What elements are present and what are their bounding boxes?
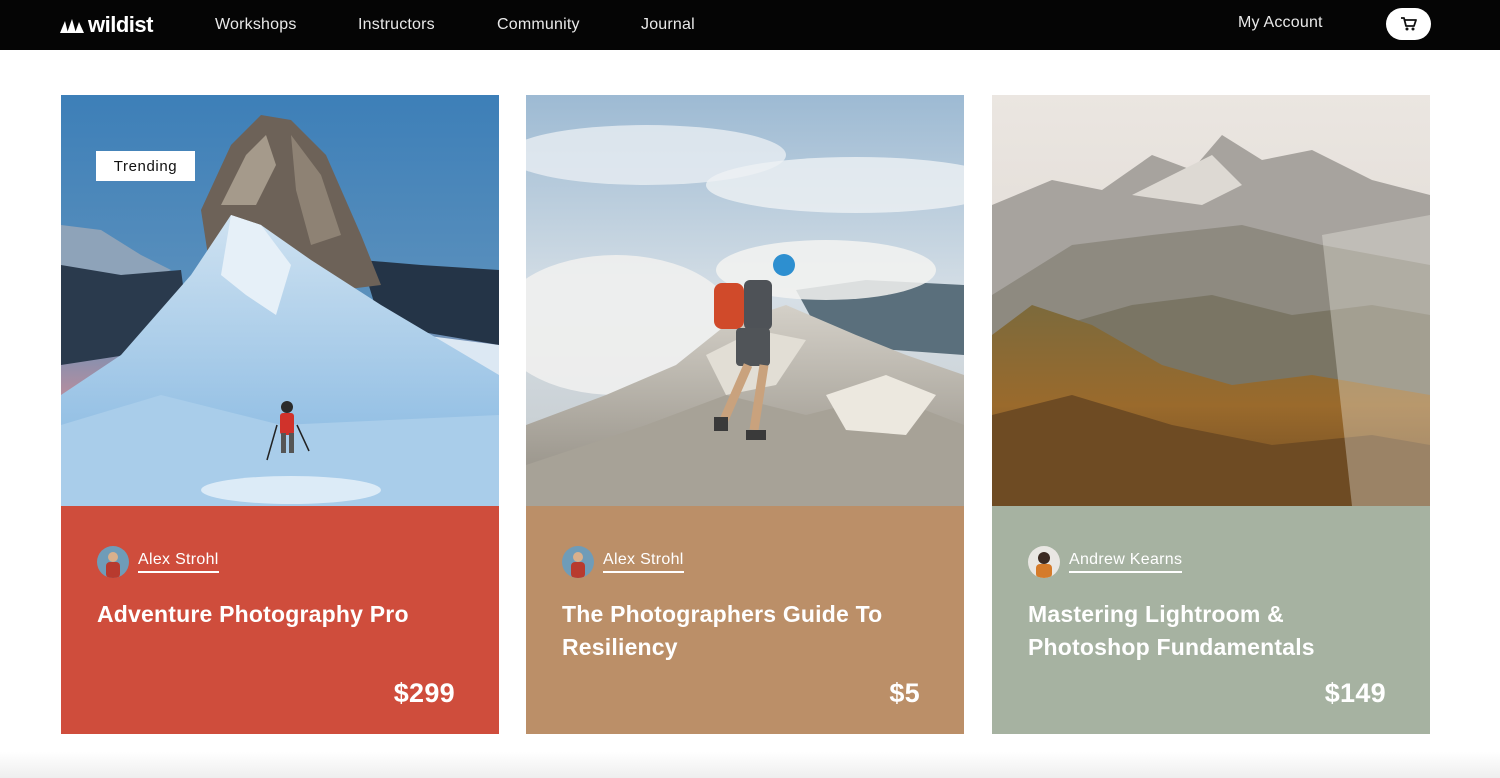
nav-link-workshops[interactable]: Workshops bbox=[215, 16, 297, 34]
workshop-title[interactable]: Adventure Photography Pro bbox=[97, 598, 447, 631]
misty-forest-valley-image bbox=[992, 95, 1430, 506]
card-image-rocky-ridge[interactable] bbox=[526, 95, 964, 506]
workshop-card-resiliency[interactable]: Alex Strohl The Photographers Guide To R… bbox=[526, 95, 964, 734]
cart-icon bbox=[1400, 17, 1417, 31]
instructor-name-link[interactable]: Andrew Kearns bbox=[1069, 551, 1183, 573]
instructor-name-link[interactable]: Alex Strohl bbox=[603, 551, 684, 573]
avatar bbox=[97, 546, 129, 578]
instructor-name-link[interactable]: Alex Strohl bbox=[138, 551, 219, 573]
nav-link-journal[interactable]: Journal bbox=[641, 16, 695, 34]
nav-link-community[interactable]: Community bbox=[497, 16, 580, 34]
my-account-link[interactable]: My Account bbox=[1238, 14, 1323, 32]
workshop-card-adventure-photography[interactable]: Trending Alex Strohl Adventure Photograp… bbox=[61, 95, 499, 734]
card-info-panel: Andrew Kearns Mastering Lightroom & Phot… bbox=[992, 506, 1430, 734]
workshop-title[interactable]: The Photographers Guide To Resiliency bbox=[562, 598, 912, 664]
top-navbar: wildist Workshops Instructors Community … bbox=[0, 0, 1500, 50]
avatar-photo bbox=[562, 546, 594, 578]
card-info-panel: Alex Strohl The Photographers Guide To R… bbox=[526, 506, 964, 734]
workshop-price: $5 bbox=[889, 678, 920, 708]
card-info-panel: Alex Strohl Adventure Photography Pro $2… bbox=[61, 506, 499, 734]
trending-badge: Trending bbox=[96, 151, 195, 181]
logo[interactable]: wildist bbox=[60, 12, 153, 38]
nav-link-instructors[interactable]: Instructors bbox=[358, 16, 435, 34]
avatar bbox=[1028, 546, 1060, 578]
card-image-snowy-mountain[interactable]: Trending bbox=[61, 95, 499, 506]
avatar-photo bbox=[1028, 546, 1060, 578]
avatar-photo bbox=[97, 546, 129, 578]
cart-button[interactable] bbox=[1386, 8, 1431, 40]
instructor-author[interactable]: Andrew Kearns bbox=[1028, 546, 1183, 578]
logo-text: wildist bbox=[88, 12, 153, 37]
rocky-ridge-hiker-image bbox=[526, 95, 964, 506]
page-bottom-divider bbox=[0, 752, 1500, 778]
instructor-author[interactable]: Alex Strohl bbox=[562, 546, 684, 578]
mountains-logo-icon bbox=[60, 19, 84, 33]
workshop-price: $299 bbox=[393, 678, 455, 708]
workshop-price: $149 bbox=[1324, 678, 1386, 708]
card-image-misty-forest[interactable] bbox=[992, 95, 1430, 506]
instructor-author[interactable]: Alex Strohl bbox=[97, 546, 219, 578]
avatar bbox=[562, 546, 594, 578]
workshop-title[interactable]: Mastering Lightroom & Photoshop Fundamen… bbox=[1028, 598, 1378, 664]
workshop-card-lightroom-photoshop[interactable]: Andrew Kearns Mastering Lightroom & Phot… bbox=[992, 95, 1430, 734]
